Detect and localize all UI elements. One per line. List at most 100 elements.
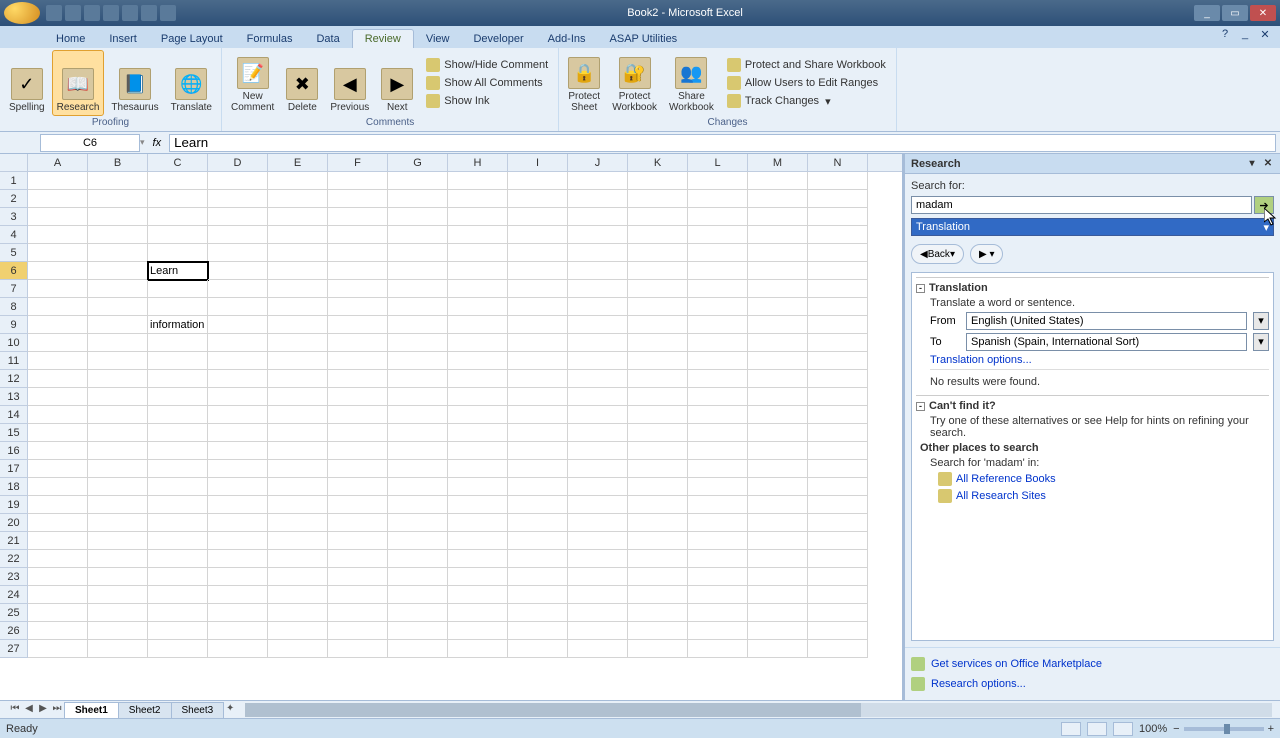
cell-J1[interactable] [568,172,628,190]
share-workbook-button[interactable]: 👥Share Workbook [664,50,719,116]
protect-sheet-button[interactable]: 🔒Protect Sheet [563,50,605,116]
row-header-27[interactable]: 27 [0,640,28,658]
cell-L7[interactable] [688,280,748,298]
sheet-nav-next[interactable]: ▶ [36,703,50,717]
cell-K10[interactable] [628,334,688,352]
cell-J26[interactable] [568,622,628,640]
cell-F10[interactable] [328,334,388,352]
col-header-E[interactable]: E [268,154,328,171]
cell-F5[interactable] [328,244,388,262]
cell-A26[interactable] [28,622,88,640]
cell-L26[interactable] [688,622,748,640]
cell-C19[interactable] [148,496,208,514]
cell-K9[interactable] [628,316,688,334]
cell-J7[interactable] [568,280,628,298]
cell-G27[interactable] [388,640,448,658]
cell-K15[interactable] [628,424,688,442]
cell-E6[interactable] [268,262,328,280]
cell-D13[interactable] [208,388,268,406]
cell-A10[interactable] [28,334,88,352]
cell-N25[interactable] [808,604,868,622]
cell-A20[interactable] [28,514,88,532]
cell-A12[interactable] [28,370,88,388]
cell-L19[interactable] [688,496,748,514]
cell-F18[interactable] [328,478,388,496]
cell-E15[interactable] [268,424,328,442]
view-pagebreak-button[interactable] [1113,722,1133,736]
cell-A15[interactable] [28,424,88,442]
cell-B24[interactable] [88,586,148,604]
cell-C1[interactable] [148,172,208,190]
cell-K25[interactable] [628,604,688,622]
cell-G20[interactable] [388,514,448,532]
qat-open-icon[interactable] [122,5,138,21]
col-header-K[interactable]: K [628,154,688,171]
cell-E4[interactable] [268,226,328,244]
cell-C11[interactable] [148,352,208,370]
cell-A17[interactable] [28,460,88,478]
from-language-select[interactable]: English (United States) [966,312,1247,330]
zoom-slider[interactable] [1184,727,1264,731]
cell-I5[interactable] [508,244,568,262]
cell-H27[interactable] [448,640,508,658]
cell-B16[interactable] [88,442,148,460]
cell-I25[interactable] [508,604,568,622]
close-button[interactable]: ✕ [1250,5,1276,21]
cell-M3[interactable] [748,208,808,226]
cell-E22[interactable] [268,550,328,568]
cell-E14[interactable] [268,406,328,424]
cell-L14[interactable] [688,406,748,424]
cell-N19[interactable] [808,496,868,514]
col-header-L[interactable]: L [688,154,748,171]
help-icon[interactable]: ? [1218,28,1232,42]
cell-J12[interactable] [568,370,628,388]
cell-G2[interactable] [388,190,448,208]
cell-I15[interactable] [508,424,568,442]
select-all-corner[interactable] [0,154,28,171]
allow-edit-ranges-link[interactable]: Allow Users to Edit Ranges [725,75,888,91]
fx-icon[interactable]: fx [153,137,162,149]
cell-C25[interactable] [148,604,208,622]
cell-B22[interactable] [88,550,148,568]
cell-C12[interactable] [148,370,208,388]
cell-K22[interactable] [628,550,688,568]
tab-add-ins[interactable]: Add-Ins [536,30,598,48]
cell-G6[interactable] [388,262,448,280]
row-header-2[interactable]: 2 [0,190,28,208]
cell-B25[interactable] [88,604,148,622]
cell-F17[interactable] [328,460,388,478]
cell-M13[interactable] [748,388,808,406]
cell-G14[interactable] [388,406,448,424]
col-header-N[interactable]: N [808,154,868,171]
tab-developer[interactable]: Developer [461,30,535,48]
cell-K12[interactable] [628,370,688,388]
cell-F12[interactable] [328,370,388,388]
col-header-F[interactable]: F [328,154,388,171]
cell-L25[interactable] [688,604,748,622]
row-header-25[interactable]: 25 [0,604,28,622]
cell-K5[interactable] [628,244,688,262]
cell-C2[interactable] [148,190,208,208]
cell-E20[interactable] [268,514,328,532]
row-header-13[interactable]: 13 [0,388,28,406]
cell-M2[interactable] [748,190,808,208]
cell-N7[interactable] [808,280,868,298]
delete-comment-button[interactable]: ✖Delete [281,50,323,116]
cell-G25[interactable] [388,604,448,622]
cell-D7[interactable] [208,280,268,298]
cell-N6[interactable] [808,262,868,280]
cell-I18[interactable] [508,478,568,496]
cell-F11[interactable] [328,352,388,370]
tab-view[interactable]: View [414,30,462,48]
cell-N2[interactable] [808,190,868,208]
showhide-comment-link[interactable]: Show/Hide Comment [424,57,550,73]
to-dropdown-icon[interactable]: ▾ [1253,333,1269,351]
cell-J17[interactable] [568,460,628,478]
cell-F7[interactable] [328,280,388,298]
cell-H23[interactable] [448,568,508,586]
cell-J13[interactable] [568,388,628,406]
cell-C9[interactable]: information [148,316,208,334]
tab-formulas[interactable]: Formulas [235,30,305,48]
tab-page-layout[interactable]: Page Layout [149,30,235,48]
cell-E8[interactable] [268,298,328,316]
